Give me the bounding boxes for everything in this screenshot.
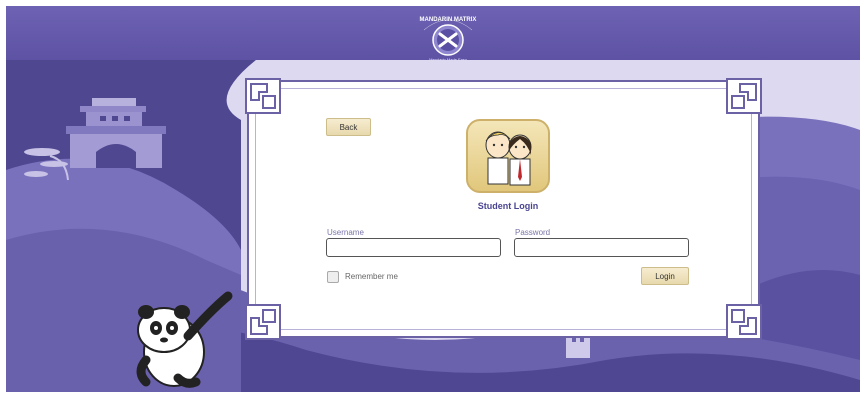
back-button[interactable]: Back bbox=[326, 118, 371, 136]
login-panel: Back Student Login Username Password Rem… bbox=[245, 78, 762, 340]
fretwork-corner-icon bbox=[245, 78, 281, 114]
login-button[interactable]: Login bbox=[641, 267, 689, 285]
fretwork-corner-icon bbox=[726, 78, 762, 114]
students-app-icon bbox=[466, 119, 550, 193]
username-input[interactable] bbox=[326, 238, 501, 257]
password-input[interactable] bbox=[514, 238, 689, 257]
remember-me-checkbox[interactable] bbox=[327, 271, 339, 283]
mandarin-matrix-logo: MANDARIN MATRIX Mandarin Made Easy bbox=[420, 17, 477, 62]
login-page: MANDARIN MATRIX Mandarin Made Easy bbox=[0, 0, 866, 394]
username-label: Username bbox=[327, 228, 364, 237]
fretwork-corner-icon bbox=[245, 304, 281, 340]
remember-me-label: Remember me bbox=[345, 272, 398, 281]
fretwork-corner-icon bbox=[726, 304, 762, 340]
logo-wordmark: MANDARIN MATRIX bbox=[420, 17, 477, 23]
page-title: Student Login bbox=[477, 201, 539, 211]
password-label: Password bbox=[515, 228, 551, 237]
top-header-bar: MANDARIN MATRIX Mandarin Made Easy bbox=[6, 6, 860, 62]
